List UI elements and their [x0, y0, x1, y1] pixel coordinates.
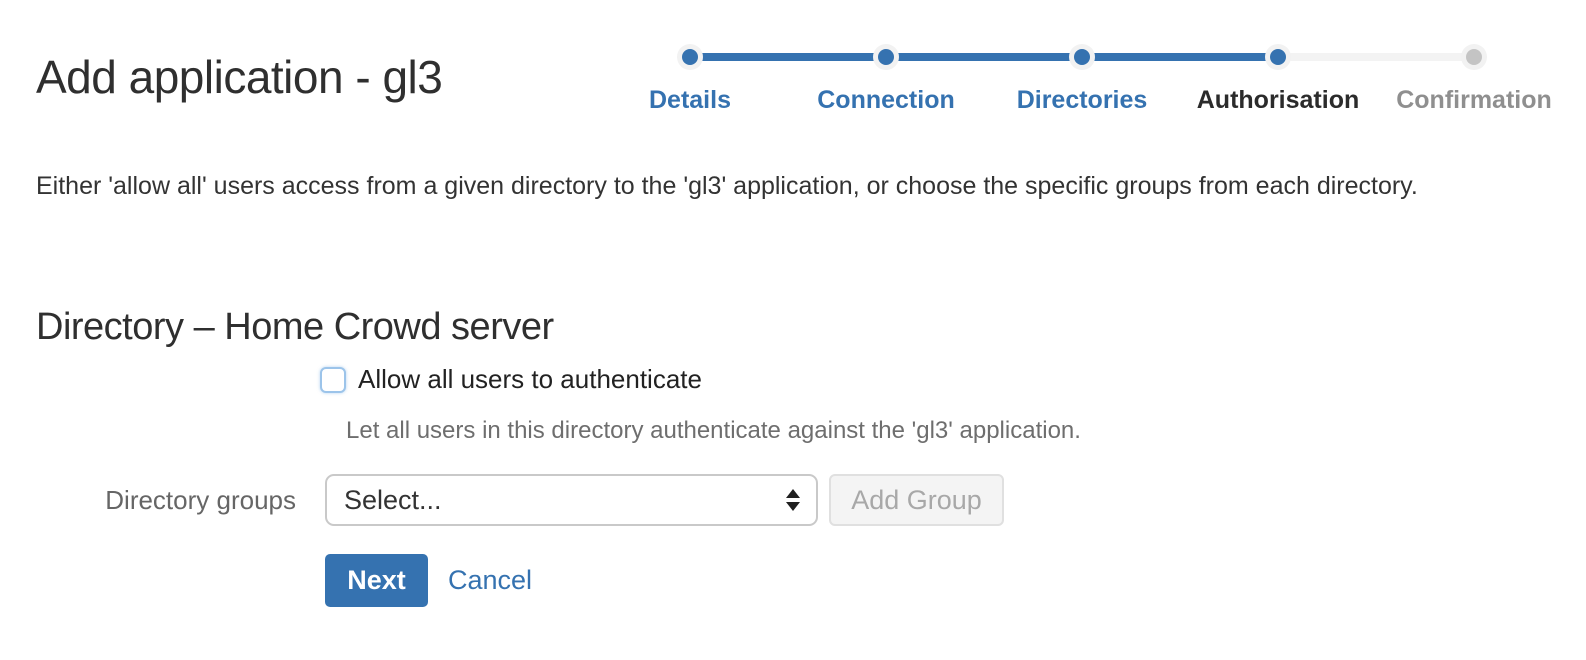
arrow-down-icon — [786, 502, 800, 511]
progress-tracker: Details Connection Directories Authorisa… — [592, 44, 1572, 120]
step-dot-connection — [878, 49, 894, 65]
directory-groups-select[interactable]: Select... — [325, 474, 818, 526]
allow-all-checkbox[interactable] — [320, 367, 346, 393]
step-dot-confirmation — [1466, 49, 1482, 65]
next-button[interactable]: Next — [325, 554, 428, 607]
allow-all-row: Allow all users to authenticate — [320, 364, 702, 395]
directory-groups-label: Directory groups — [0, 474, 296, 526]
arrow-up-icon — [786, 489, 800, 498]
step-upcoming-confirmation: Confirmation — [1376, 86, 1572, 115]
step-link-details[interactable]: Details — [592, 86, 788, 115]
cancel-link[interactable]: Cancel — [448, 554, 532, 607]
add-group-button[interactable]: Add Group — [829, 474, 1004, 526]
select-spinner-icon — [786, 489, 800, 511]
step-dot-details — [682, 49, 698, 65]
section-heading: Directory – Home Crowd server — [36, 306, 554, 349]
allow-all-label[interactable]: Allow all users to authenticate — [358, 364, 702, 395]
step-link-directories[interactable]: Directories — [984, 86, 1180, 115]
directory-groups-select-value: Select... — [344, 485, 442, 516]
allow-all-description: Let all users in this directory authenti… — [346, 417, 1081, 445]
step-link-connection[interactable]: Connection — [788, 86, 984, 115]
step-current-authorisation: Authorisation — [1180, 86, 1376, 115]
intro-text: Either 'allow all' users access from a g… — [36, 166, 1506, 206]
progress-track-fill — [690, 53, 1278, 61]
page-title: Add application - gl3 — [36, 50, 442, 104]
step-dot-authorisation — [1270, 49, 1286, 65]
step-dot-directories — [1074, 49, 1090, 65]
add-application-wizard: Add application - gl3 Details Connection… — [0, 0, 1586, 660]
